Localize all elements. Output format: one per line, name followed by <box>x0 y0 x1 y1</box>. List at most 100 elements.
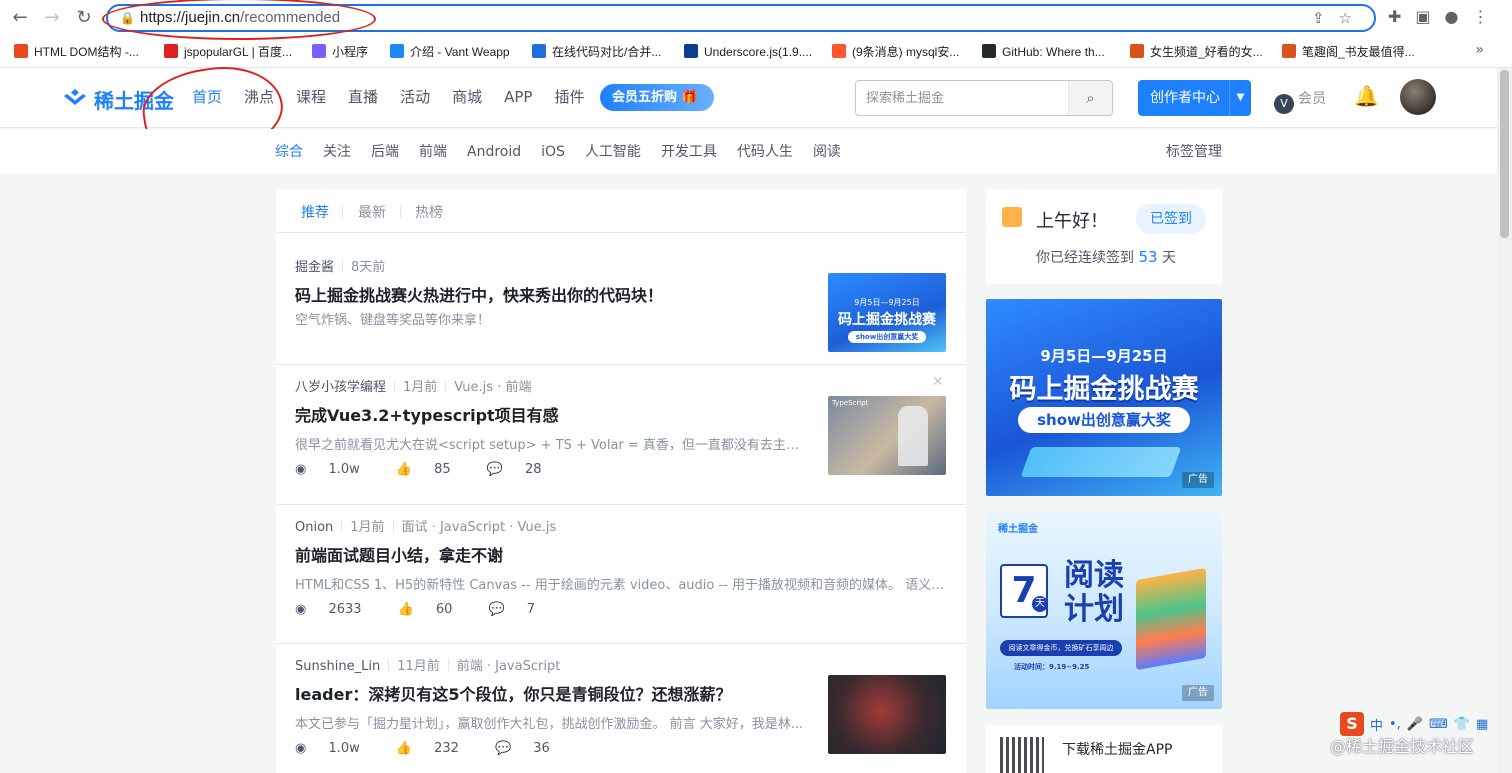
article-item[interactable]: Sunshine_Lin 11月前 前端 · JavaScript leader：深… <box>276 645 966 773</box>
article-meta: 八岁小孩学编程 1月前 Vue.js · 前端 <box>295 376 531 395</box>
category-item[interactable]: 代码人生 <box>737 144 793 160</box>
tag-manage-link[interactable]: 标签管理 <box>1166 141 1222 161</box>
article-tags[interactable]: Vue.js · 前端 <box>454 380 531 395</box>
bookmark-item[interactable]: jspopularGL | 百度... <box>164 42 292 62</box>
punctuation-icon[interactable]: •, <box>1389 717 1401 732</box>
likes-stat[interactable]: 👍 232 <box>396 741 477 756</box>
article-author[interactable]: Sunshine_Lin <box>295 659 380 674</box>
bookmark-item[interactable]: Underscore.js(1.9.... <box>684 42 812 62</box>
bookmark-item[interactable]: (9条消息) mysql安... <box>832 42 959 62</box>
bookmark-label: 在线代码对比/合并... <box>552 45 662 59</box>
bookmarks-overflow-icon[interactable]: » <box>1475 42 1484 58</box>
article-author[interactable]: 八岁小孩学编程 <box>295 380 386 395</box>
views-stat: ◉ 1.0w <box>295 741 378 756</box>
category-item[interactable]: 后端 <box>371 144 399 160</box>
category-item[interactable]: 阅读 <box>813 144 841 160</box>
article-author[interactable]: Onion <box>295 520 333 535</box>
article-title[interactable]: 码上掘金挑战赛火热进行中，快来秀出你的代码块！ <box>295 282 663 306</box>
chevron-down-icon[interactable]: ▼ <box>1229 80 1251 116</box>
vip-promo-badge[interactable]: 会员五折购 🎁 <box>600 84 714 111</box>
article-title[interactable]: 完成Vue3.2+typescript项目有感 <box>295 402 559 426</box>
scrollbar-thumb[interactable] <box>1500 70 1509 238</box>
category-item[interactable]: Android <box>467 144 521 160</box>
nav-item[interactable]: 商城 <box>452 88 482 106</box>
article-thumbnail[interactable]: TypeScript <box>828 396 946 475</box>
bookmark-item[interactable]: HTML DOM结构 -... <box>14 42 139 62</box>
forward-icon[interactable]: → <box>40 6 64 30</box>
ad-subtitle: show出创意赢大奖 <box>1018 407 1190 433</box>
comments-stat[interactable]: 💬 7 <box>488 602 553 617</box>
likes-stat[interactable]: 👍 60 <box>398 602 471 617</box>
article-item[interactable]: Onion 1月前 面试 · JavaScript · Vue.js 前端面试题目小… <box>276 506 966 644</box>
bookmark-item[interactable]: 女生频道_好看的女... <box>1130 42 1263 62</box>
category-item[interactable]: 综合 <box>275 144 303 160</box>
ad-tag: 广告 <box>1182 472 1214 488</box>
nav-item[interactable]: 活动 <box>400 88 430 106</box>
category-item[interactable]: iOS <box>541 144 565 160</box>
article-item[interactable]: 八岁小孩学编程 1月前 Vue.js · 前端 ✕ 完成Vue3.2+typescr… <box>276 366 966 505</box>
notification-bell-icon[interactable]: 🔔 <box>1354 84 1379 108</box>
bookmark-item[interactable]: 介绍 - Vant Weapp <box>390 42 510 62</box>
grid-icon[interactable]: ▦ <box>1476 717 1488 732</box>
calendar-icon <box>1002 207 1022 227</box>
nav-item[interactable]: APP <box>504 88 532 106</box>
comments-stat[interactable]: 💬 28 <box>487 462 560 477</box>
tab-latest[interactable]: 最新 <box>358 202 386 222</box>
download-app-card[interactable]: 下载稀土掘金APP <box>986 725 1222 773</box>
bookmark-item[interactable]: GitHub: Where th... <box>982 42 1105 62</box>
member-link[interactable]: V 会员 <box>1274 88 1326 114</box>
creator-center-button[interactable]: 创作者中心 ▼ <box>1138 80 1251 116</box>
share-icon[interactable]: ⇪ <box>1312 9 1339 27</box>
article-thumbnail[interactable]: 9月5日—9月25日 码上掘金挑战赛 show出创意赢大奖 <box>828 273 946 352</box>
nav-item[interactable]: 直播 <box>348 88 378 106</box>
category-item[interactable]: 人工智能 <box>585 144 641 160</box>
back-icon[interactable]: ← <box>8 6 32 30</box>
article-tags[interactable]: 前端 · JavaScript <box>457 659 561 674</box>
profile-icon[interactable]: ● <box>1445 7 1473 26</box>
comment-icon: 💬 <box>488 602 505 617</box>
challenge-ad-banner[interactable]: 9月5日—9月25日 码上掘金挑战赛 show出创意赢大奖 广告 <box>986 299 1222 496</box>
category-item[interactable]: 前端 <box>419 144 447 160</box>
microphone-icon[interactable]: 🎤 <box>1407 717 1423 732</box>
close-icon[interactable]: ✕ <box>932 374 944 390</box>
comment-icon: 💬 <box>486 462 503 477</box>
keyboard-icon[interactable]: ⌨ <box>1429 717 1448 732</box>
tab-hot[interactable]: 热榜 <box>415 202 443 222</box>
tab-recommended[interactable]: 推荐 <box>301 202 329 222</box>
search-input[interactable] <box>866 88 1066 108</box>
bookmark-star-icon[interactable]: ☆ <box>1339 9 1366 27</box>
bookmark-item[interactable]: 小程序 <box>312 42 368 62</box>
category-item[interactable]: 开发工具 <box>661 144 717 160</box>
likes-stat[interactable]: 👍 85 <box>396 462 469 477</box>
article-title[interactable]: leader：深拷贝有这5个段位，你只是青铜段位？还想涨薪？ <box>295 681 731 705</box>
skin-icon[interactable]: 👕 <box>1454 717 1470 732</box>
tab-divider <box>342 205 343 218</box>
article-author[interactable]: 掘金酱 <box>295 260 334 275</box>
comments-stat[interactable]: 💬 36 <box>495 741 568 756</box>
article-meta: Sunshine_Lin 11月前 前端 · JavaScript <box>295 655 560 674</box>
menu-icon[interactable]: ⋮ <box>1473 7 1503 26</box>
ime-language[interactable]: 中 <box>1370 719 1383 734</box>
nav-item[interactable]: 插件 <box>554 88 584 106</box>
article-title[interactable]: 前端面试题目小结，拿走不谢 <box>295 542 503 566</box>
ad-title-line2: 计划 <box>1064 592 1124 627</box>
reading-plan-ad-banner[interactable]: 稀土掘金 7天 阅读 计划 阅读文章得金币，兑换矿石享周边 活动时间：9.19~… <box>986 512 1222 709</box>
reload-icon[interactable]: ↻ <box>72 6 96 30</box>
article-time: 8天前 <box>351 260 386 275</box>
article-thumbnail[interactable] <box>828 675 946 754</box>
user-avatar[interactable] <box>1400 79 1436 115</box>
sidepanel-icon[interactable]: ▣ <box>1415 7 1444 26</box>
article-tags[interactable]: 面试 · JavaScript · Vue.js <box>402 520 557 535</box>
extensions-icon[interactable]: ✚ <box>1388 7 1415 26</box>
bookmark-item[interactable]: 笔趣阁_书友最值得... <box>1282 42 1415 62</box>
search-icon[interactable]: ⌕ <box>1068 81 1112 115</box>
article-item[interactable]: 掘金酱 8天前 码上掘金挑战赛火热进行中，快来秀出你的代码块！ 空气炸锅、键盘等奖… <box>276 246 966 365</box>
bookmark-label: 小程序 <box>332 45 369 59</box>
page-scrollbar[interactable] <box>1497 68 1512 773</box>
signed-in-button[interactable]: 已签到 <box>1136 204 1206 234</box>
bookmark-item[interactable]: 在线代码对比/合并... <box>532 42 661 62</box>
nav-item[interactable]: 课程 <box>296 88 326 106</box>
ad-subtext: 阅读文章得金币，兑换矿石享周边 <box>1000 640 1122 656</box>
category-item[interactable]: 关注 <box>323 144 351 160</box>
thumb-subtitle: show出创意赢大奖 <box>848 331 926 343</box>
